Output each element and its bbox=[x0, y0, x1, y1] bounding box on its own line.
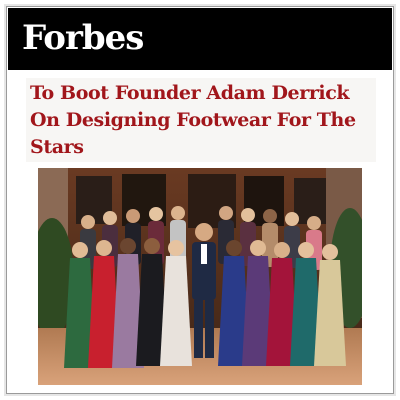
headline-container: To Boot Founder Adam Derrick On Designin… bbox=[26, 78, 376, 162]
group-photo-image bbox=[38, 168, 362, 385]
article-headline[interactable]: To Boot Founder Adam Derrick On Designin… bbox=[30, 80, 376, 161]
article-photo bbox=[38, 168, 362, 385]
forbes-logo[interactable]: Forbes bbox=[22, 18, 144, 58]
masthead: Forbes bbox=[8, 8, 392, 70]
